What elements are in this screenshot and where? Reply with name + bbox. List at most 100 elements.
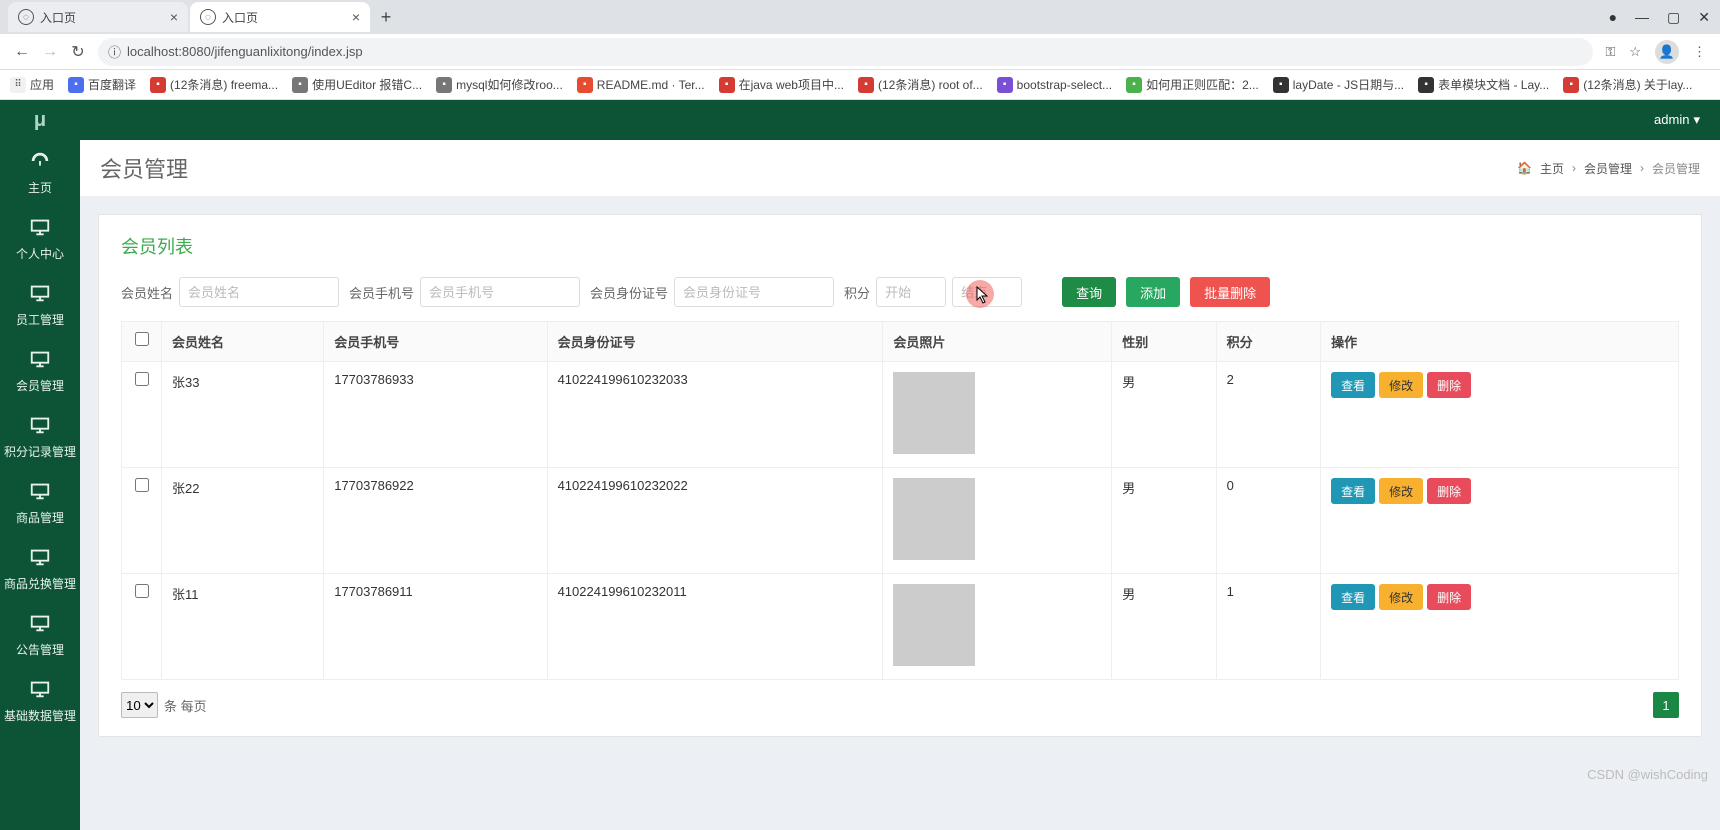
sidebar-item-basedata[interactable]: 基础数据管理 (0, 668, 80, 734)
bookmark-item[interactable]: ▪如何用正则匹配：2... (1126, 76, 1259, 93)
col-photo: 会员照片 (883, 322, 1112, 362)
back-icon[interactable]: ← (8, 43, 36, 61)
bookmark-item[interactable]: ▪使用UEditor 报错C... (292, 76, 422, 93)
sidebar-item-personal[interactable]: 个人中心 (0, 206, 80, 272)
address-row: ← → ↻ ⓘ localhost:8080/jifenguanlixitong… (0, 34, 1720, 70)
caret-down-icon: ▾ (1693, 112, 1700, 127)
view-button[interactable]: 查看 (1331, 584, 1375, 610)
col-points: 积分 (1216, 322, 1320, 362)
points-start-input[interactable] (876, 277, 946, 307)
bookmark-icon: ▪ (1418, 77, 1434, 93)
sidebar-item-member[interactable]: 会员管理 (0, 338, 80, 404)
view-button[interactable]: 查看 (1331, 478, 1375, 504)
close-icon[interactable]: × (352, 9, 360, 25)
cell-idcard: 410224199610232011 (547, 574, 883, 680)
bookmark-item[interactable]: ▪(12条消息) 关于lay... (1563, 76, 1692, 93)
delete-button[interactable]: 删除 (1427, 478, 1471, 504)
delete-button[interactable]: 删除 (1427, 372, 1471, 398)
logo[interactable]: μ (0, 100, 80, 140)
row-checkbox[interactable] (135, 478, 149, 492)
bookmark-item[interactable]: ▪在java web项目中... (719, 76, 844, 93)
tab-title: 入口页 (40, 9, 76, 26)
sidebar-item-notice[interactable]: 公告管理 (0, 602, 80, 668)
cell-phone: 17703786922 (324, 468, 547, 574)
maximize-icon[interactable]: ▢ (1667, 9, 1680, 26)
bookmark-item[interactable]: ▪layDate - JS日期与... (1273, 76, 1404, 93)
cell-photo (883, 362, 1112, 468)
page-number[interactable]: 1 (1653, 692, 1679, 718)
browser-tab[interactable]: ◌ 入口页 × (190, 2, 370, 32)
monitor-icon (29, 414, 51, 439)
bookmark-item[interactable]: ▪(12条消息) freema... (150, 76, 278, 93)
filter-label-phone: 会员手机号 (349, 283, 414, 302)
phone-input[interactable] (420, 277, 580, 307)
minimize-icon[interactable]: — (1635, 9, 1649, 25)
sidebar: μ 主页个人中心员工管理会员管理积分记录管理商品管理商品兑换管理公告管理基础数据… (0, 100, 80, 830)
bookmark-item[interactable]: ▪README.md · Ter... (577, 77, 705, 93)
bookmark-item[interactable]: ▪百度翻译 (68, 76, 136, 93)
batch-delete-button[interactable]: 批量删除 (1190, 277, 1270, 307)
pager-text: 条 每页 (164, 696, 207, 715)
browser-tab[interactable]: ◌ 入口页 × (8, 2, 188, 32)
kebab-icon[interactable]: ⋮ (1693, 44, 1706, 60)
star-icon[interactable]: ☆ (1629, 44, 1641, 60)
bookmark-icon: ▪ (150, 77, 166, 93)
sidebar-item-label: 积分记录管理 (4, 443, 76, 460)
cell-ops: 查看修改删除 (1321, 574, 1679, 680)
bookmark-item[interactable]: ▪bootstrap-select... (997, 77, 1112, 93)
row-checkbox[interactable] (135, 584, 149, 598)
close-window-icon[interactable]: ✕ (1698, 9, 1710, 26)
edit-button[interactable]: 修改 (1379, 372, 1423, 398)
col-phone: 会员手机号 (324, 322, 547, 362)
sidebar-item-exchange[interactable]: 商品兑换管理 (0, 536, 80, 602)
app-shell: μ 主页个人中心员工管理会员管理积分记录管理商品管理商品兑换管理公告管理基础数据… (0, 100, 1720, 830)
profile-avatar[interactable]: 👤 (1655, 40, 1679, 64)
bookmark-item[interactable]: ▪(12条消息) root of... (858, 76, 983, 93)
info-icon: ⓘ (108, 42, 121, 61)
bookmark-icon: ▪ (997, 77, 1013, 93)
select-all-checkbox[interactable] (135, 332, 149, 346)
points-end-input[interactable] (952, 277, 1022, 307)
account-dot-icon[interactable]: ● (1609, 9, 1617, 25)
key-icon[interactable]: ⚿ (1605, 44, 1615, 60)
bookmark-label: layDate - JS日期与... (1293, 76, 1404, 93)
apps-icon[interactable]: ⠿应用 (10, 76, 54, 93)
view-button[interactable]: 查看 (1331, 372, 1375, 398)
sidebar-item-staff[interactable]: 员工管理 (0, 272, 80, 338)
breadcrumb-item[interactable]: 主页 (1540, 160, 1564, 177)
edit-button[interactable]: 修改 (1379, 478, 1423, 504)
cell-gender: 男 (1112, 362, 1216, 468)
delete-button[interactable]: 删除 (1427, 584, 1471, 610)
sidebar-item-home[interactable]: 主页 (0, 140, 80, 206)
name-input[interactable] (179, 277, 339, 307)
sidebar-item-label: 个人中心 (16, 245, 64, 262)
forward-icon[interactable]: → (36, 43, 64, 61)
breadcrumb-item[interactable]: 会员管理 (1584, 160, 1632, 177)
sidebar-item-goods[interactable]: 商品管理 (0, 470, 80, 536)
add-button[interactable]: 添加 (1126, 277, 1180, 307)
search-button[interactable]: 查询 (1062, 277, 1116, 307)
page-size-select[interactable]: 10 (121, 692, 158, 718)
monitor-icon (29, 480, 51, 505)
bookmark-item[interactable]: ▪表单模块文档 - Lay... (1418, 76, 1549, 93)
sidebar-item-label: 公告管理 (16, 641, 64, 658)
sidebar-item-label: 基础数据管理 (4, 707, 76, 724)
close-icon[interactable]: × (170, 9, 178, 25)
new-tab-button[interactable]: + (372, 3, 400, 31)
breadcrumb-item: 会员管理 (1652, 160, 1700, 177)
sidebar-item-points[interactable]: 积分记录管理 (0, 404, 80, 470)
member-photo (893, 372, 975, 454)
address-bar[interactable]: ⓘ localhost:8080/jifenguanlixitong/index… (98, 38, 1593, 66)
edit-button[interactable]: 修改 (1379, 584, 1423, 610)
member-photo (893, 478, 975, 560)
cell-gender: 男 (1112, 574, 1216, 680)
cell-phone: 17703786911 (324, 574, 547, 680)
reload-icon[interactable]: ↻ (64, 42, 92, 62)
row-checkbox[interactable] (135, 372, 149, 386)
table-header-row: 会员姓名 会员手机号 会员身份证号 会员照片 性别 积分 操作 (122, 322, 1679, 362)
panel: 会员列表 会员姓名 会员手机号 会员身份证号 积分 (98, 214, 1702, 737)
idcard-input[interactable] (674, 277, 834, 307)
bookmark-item[interactable]: ▪mysql如何修改roo... (436, 76, 563, 93)
home-icon: 🏠 (1517, 161, 1532, 175)
user-menu[interactable]: admin▾ (1654, 112, 1700, 128)
